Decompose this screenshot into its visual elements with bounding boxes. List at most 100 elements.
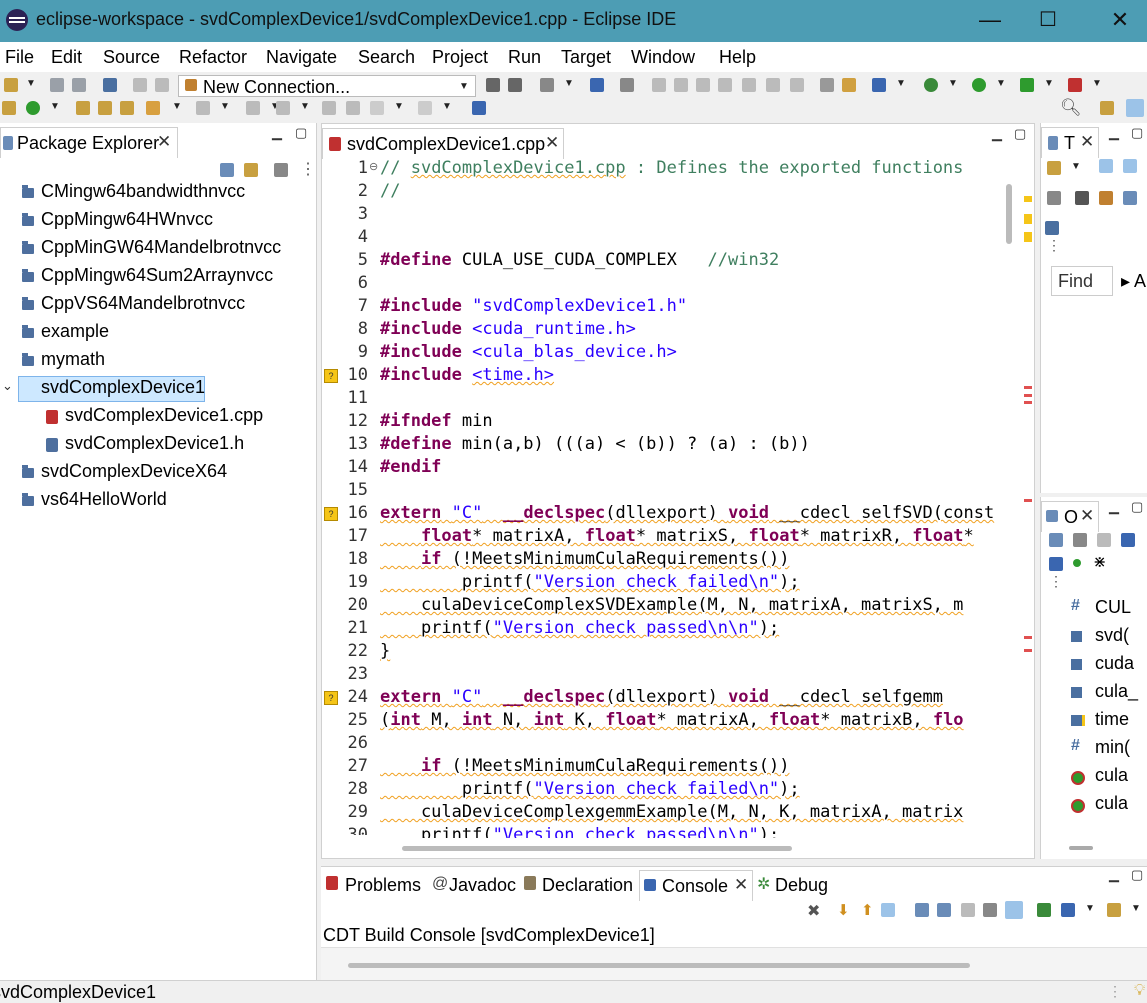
menu-edit[interactable]: Edit	[51, 47, 82, 68]
close-button[interactable]: ✕	[1100, 6, 1140, 34]
new-class-icon[interactable]	[2, 101, 16, 115]
editor-tab[interactable]: svdComplexDevice1.cpp ✕	[322, 128, 564, 159]
target-icon[interactable]	[540, 78, 554, 92]
run-icon[interactable]	[972, 78, 986, 92]
maximize-view-button[interactable]: ▢	[1131, 499, 1143, 515]
hide-macros-icon[interactable]: ⋇	[1093, 552, 1106, 572]
open-element-icon[interactable]	[98, 101, 112, 115]
warning-marker[interactable]	[1024, 196, 1032, 202]
chevron-down-icon[interactable]: ▼	[1092, 78, 1102, 89]
prev-annotation-icon[interactable]	[246, 101, 260, 115]
console-icon[interactable]	[590, 78, 604, 92]
horizontal-scrollbar[interactable]	[348, 963, 970, 968]
menu-run[interactable]: Run	[508, 47, 541, 68]
code-editor[interactable]: svdComplexDevice1.cpp ✕ ▁ ▢ 1 2 3 4 5 6 …	[321, 123, 1035, 859]
chevron-down-icon[interactable]: ▼	[1085, 903, 1095, 914]
minimize-button[interactable]: —	[970, 6, 1010, 34]
step-over-icon[interactable]	[766, 78, 780, 92]
show-console-icon[interactable]	[937, 903, 951, 917]
cpp-perspective-icon[interactable]	[1126, 99, 1144, 117]
tab-debug[interactable]: ✲ Debug	[753, 870, 843, 898]
menu-help[interactable]: Help	[719, 47, 756, 68]
hide-completed-icon[interactable]	[1075, 191, 1089, 205]
resume-icon[interactable]	[652, 78, 666, 92]
display-icon[interactable]	[872, 78, 886, 92]
menu-target[interactable]: Target	[561, 47, 611, 68]
chevron-down-icon[interactable]: ▼	[948, 78, 958, 89]
tip-icon[interactable]: 💡︎	[1134, 982, 1145, 1000]
collapse-all-icon[interactable]	[220, 163, 234, 177]
filter-icon[interactable]	[274, 163, 288, 177]
chevron-down-icon[interactable]: ▼	[50, 101, 60, 112]
categorize-icon[interactable]	[1099, 159, 1113, 173]
menu-source[interactable]: Source	[103, 47, 160, 68]
filter-icon[interactable]	[1047, 191, 1061, 205]
launch-icon[interactable]	[486, 78, 500, 92]
open-perspective-icon[interactable]	[1100, 101, 1114, 115]
vertical-scrollbar[interactable]	[1006, 184, 1012, 244]
word-wrap-icon[interactable]	[961, 903, 975, 917]
terminate-icon[interactable]	[508, 78, 522, 92]
chevron-down-icon[interactable]: ▼	[1071, 161, 1081, 172]
last-edit-icon[interactable]	[276, 101, 290, 115]
error-marker[interactable]	[1024, 394, 1032, 404]
chevron-down-icon[interactable]: ▼	[394, 101, 404, 112]
suspend-icon[interactable]	[674, 78, 688, 92]
console-view-icon[interactable]	[1061, 903, 1075, 917]
chevron-down-icon[interactable]: ▼	[459, 81, 469, 92]
copy-icon[interactable]	[915, 903, 929, 917]
close-icon[interactable]: ✕	[1080, 506, 1094, 526]
warning-marker[interactable]	[1024, 232, 1032, 242]
error-marker[interactable]	[1024, 636, 1032, 652]
toggle-mark-icon[interactable]	[146, 101, 160, 115]
chevron-down-icon[interactable]: ▼	[1131, 903, 1141, 914]
maximize-view-button[interactable]: ▢	[295, 125, 307, 141]
step-into-icon[interactable]	[742, 78, 756, 92]
outline-tab[interactable]: O ✕	[1041, 501, 1099, 532]
search-icon[interactable]: 🔍︎	[1060, 98, 1082, 118]
chevron-down-icon[interactable]: ▼	[442, 101, 452, 112]
find-all-link[interactable]: ▸ A	[1121, 271, 1146, 292]
perspective-icon[interactable]	[472, 101, 486, 115]
collapse-all-icon[interactable]	[1123, 191, 1137, 205]
find-input[interactable]: Find	[1051, 266, 1113, 296]
pin-console-icon[interactable]	[881, 903, 895, 917]
maximize-view-button[interactable]: ▢	[1131, 867, 1143, 883]
save-icon[interactable]	[50, 78, 64, 92]
external-tools-icon[interactable]	[1020, 78, 1034, 92]
new-project-icon[interactable]	[26, 101, 40, 115]
back-icon[interactable]	[370, 101, 384, 115]
instruction-step-icon[interactable]	[820, 78, 834, 92]
horizontal-scrollbar[interactable]	[1069, 846, 1093, 850]
menu-search[interactable]: Search	[358, 47, 415, 68]
menu-file[interactable]: File	[5, 47, 34, 68]
task-tab[interactable]: T ✕	[1041, 127, 1099, 158]
close-icon[interactable]: ✕	[1080, 132, 1094, 152]
undo-icon[interactable]	[133, 78, 147, 92]
view-menu-icon[interactable]: ⋮	[300, 159, 316, 179]
toggle-icon[interactable]	[620, 78, 634, 92]
chevron-down-icon[interactable]: ⌄	[2, 378, 13, 394]
chevron-down-icon[interactable]: ▼	[26, 78, 36, 89]
disconnect-icon[interactable]	[718, 78, 732, 92]
save-all-icon[interactable]	[72, 78, 86, 92]
chevron-down-icon[interactable]: ▼	[1044, 78, 1054, 89]
menu-window[interactable]: Window	[631, 47, 695, 68]
scroll-lock-icon[interactable]: ⬇	[837, 901, 850, 919]
new-task-icon[interactable]	[1047, 161, 1061, 175]
menu-refactor[interactable]: Refactor	[179, 47, 247, 68]
view-menu-icon[interactable]: ⋮	[1047, 237, 1061, 254]
redo-icon[interactable]	[155, 78, 169, 92]
new-console-icon[interactable]	[1037, 903, 1051, 917]
menu-navigate[interactable]: Navigate	[266, 47, 337, 68]
open-type-icon[interactable]	[76, 101, 90, 115]
collapse-all-icon[interactable]	[1049, 533, 1063, 547]
horizontal-scrollbar[interactable]	[402, 846, 792, 851]
pin-2-icon[interactable]	[346, 101, 360, 115]
next-annotation-icon[interactable]	[196, 101, 210, 115]
sync-icon[interactable]	[1045, 221, 1059, 235]
warning-marker[interactable]	[1024, 214, 1032, 224]
maximize-view-button[interactable]: ▢	[1014, 126, 1026, 142]
coverage-icon[interactable]	[1068, 78, 1082, 92]
tab-console[interactable]: Console ✕	[639, 870, 753, 901]
